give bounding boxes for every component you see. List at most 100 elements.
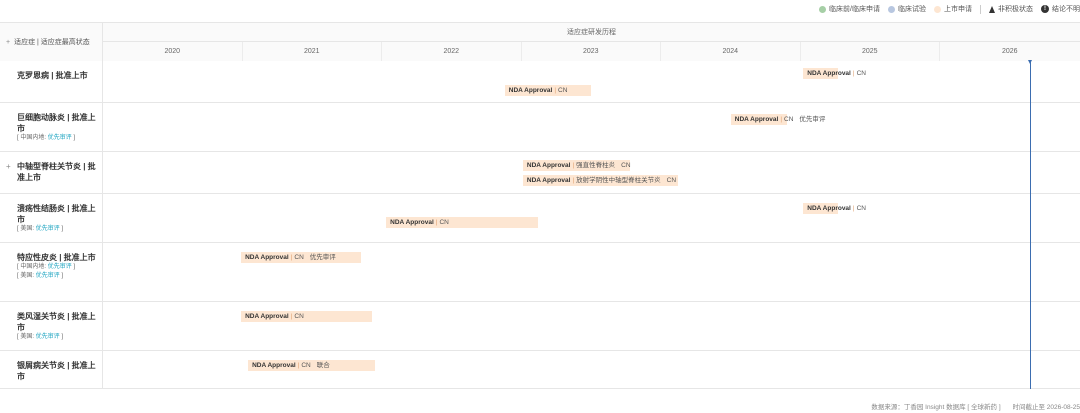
priority-review-tag: 优先审评 (47, 135, 72, 141)
milestone-extra: CN (621, 162, 631, 169)
year-axis: 2020 2021 2022 2023 2024 2025 2026 (103, 42, 1080, 61)
milestone-detail: 强直性脊柱炎 (576, 162, 616, 169)
legend-item: 上市申请 (934, 4, 972, 14)
year-label: 2022 (382, 42, 522, 61)
separator: | (435, 219, 438, 226)
milestone-region: CN (784, 116, 794, 123)
milestone-bar[interactable]: NDA Approval | CN 优先审评 (730, 114, 825, 125)
table-row: + 中轴型脊柱关节炎 | 批准上市 NDA Approval | 强直性脊柱炎 CN NDA… (0, 152, 1080, 194)
priority-review-tag: 优先审评 (35, 334, 60, 340)
legend-item: 非积极状态 (989, 4, 1033, 14)
table-row: 溃疡性结肠炎 | 批准上市[ 美国: 优先审评 ] NDA Approval | CN… (0, 194, 1080, 243)
row-label-cell: 类风湿关节炎 | 批准上市[ 美国: 优先审评 ] (0, 302, 103, 350)
milestone-extra: 联合 (316, 362, 330, 369)
row-label-cell: 溃疡性结肠炎 | 批准上市[ 美国: 优先审评 ] (0, 194, 103, 242)
milestone-label: NDA Approval (390, 219, 434, 226)
milestone-label: NDA Approval (526, 177, 571, 184)
milestone-label: NDA Approval (526, 162, 571, 169)
region-name: 美国: (20, 334, 35, 340)
region-name: 中国内地: (20, 264, 47, 270)
milestone-detail: 放射学阴性中轴型脊柱关节炎 (576, 177, 661, 184)
legend-item: 临床试验 (888, 4, 926, 14)
milestone-bar[interactable]: NDA Approval | CN (504, 85, 592, 96)
region-note: [ 美国: 优先审评 ] (17, 226, 64, 232)
indication-title[interactable]: 银屑病关节炎 | 批准上市 (17, 360, 98, 382)
table-row: 特应性皮炎 | 批准上市[ 中国内地: 优先审评 ] [ 美国: 优先审评 ] ND… (0, 243, 1080, 302)
triangle-icon (989, 5, 995, 13)
indication-title[interactable]: 特应性皮炎 | 批准上市 (17, 252, 98, 263)
table-row: 巨细胞动脉炎 | 批准上市[ 中国内地: 优先审评 ] NDA Approval |… (0, 103, 1080, 152)
indication-title[interactable]: 类风湿关节炎 | 批准上市 (17, 311, 98, 333)
row-label-cell: 巨细胞动脉炎 | 批准上市[ 中国内地: 优先审评 ] (0, 103, 103, 151)
year-label: 2024 (661, 42, 801, 61)
separator: | (297, 362, 300, 369)
priority-review-tag: 优先审评 (35, 273, 60, 279)
legend: 临床前/临床申请 临床试验 上市申请 非积极状态 ! 结论不明 (811, 2, 1080, 16)
milestone-label: NDA Approval (734, 116, 779, 123)
separator: | (852, 70, 855, 77)
indication-title[interactable]: 巨细胞动脉炎 | 批准上市 (17, 112, 98, 134)
separator: | (572, 177, 575, 184)
info-icon: ! (1041, 5, 1049, 13)
milestone-bar[interactable]: NDA Approval | CN (803, 203, 866, 214)
separator: | (554, 87, 557, 94)
footer: 数据来源：丁香园 Insight 数据库 [ 全球新药 ] 时间截止至 2026… (861, 401, 1080, 411)
region-name: 中国内地: (20, 135, 47, 141)
expand-row-icon[interactable]: + (6, 162, 11, 171)
row-label-cell: 银屑病关节炎 | 批准上市 (0, 351, 103, 388)
legend-item: 临床前/临床申请 (819, 4, 880, 14)
region-note: [ 美国: 优先审评 ] (17, 273, 64, 279)
row-label-cell: + 中轴型脊柱关节炎 | 批准上市 (0, 152, 103, 193)
clinical-trial-dot-icon (888, 5, 895, 13)
indication-column-header[interactable]: + 适应症 | 适应症最高状态 (0, 23, 103, 61)
current-date-marker-icon (1028, 60, 1032, 64)
milestone-label: NDA Approval (807, 70, 851, 77)
region-name: 美国: (20, 226, 35, 232)
separator: | (290, 254, 293, 261)
milestone-bar[interactable]: NDA Approval | CN (241, 311, 373, 322)
milestone-region: CN (301, 362, 311, 369)
separator: | (780, 116, 783, 123)
milestone-region: CN (856, 205, 866, 212)
indication-title[interactable]: 中轴型脊柱关节炎 | 批准上市 (17, 161, 98, 183)
milestone-region: CN (439, 219, 449, 226)
table-header: + 适应症 | 适应症最高状态 适应症研发历程 2020 2021 2022 2… (0, 23, 1080, 61)
year-label: 2021 (243, 42, 382, 61)
milestone-bar[interactable]: NDA Approval | 强直性脊柱炎 CN (522, 160, 631, 171)
preclinical-dot-icon (819, 5, 827, 13)
legend-divider (980, 4, 981, 14)
indication-title[interactable]: 克罗恩病 | 批准上市 (17, 70, 98, 81)
milestone-label: NDA Approval (807, 205, 851, 212)
market-application-dot-icon (934, 5, 941, 13)
milestone-bar[interactable]: NDA Approval | CN 优先审评 (241, 252, 362, 263)
milestone-region: CN (856, 70, 866, 77)
milestone-bar[interactable]: NDA Approval | 放射学阴性中轴型脊柱关节炎 CN (522, 175, 678, 186)
indication-title[interactable]: 溃疡性结肠炎 | 批准上市 (17, 203, 98, 225)
current-date-line (1030, 61, 1031, 389)
table-row: 类风湿关节炎 | 批准上市[ 美国: 优先审评 ] NDA Approval | CN (0, 302, 1080, 351)
row-label-cell: 特应性皮炎 | 批准上市[ 中国内地: 优先审评 ] [ 美国: 优先审评 ] (0, 243, 103, 301)
data-source: 数据来源：丁香园 Insight 数据库 [ 全球新药 ] (871, 404, 1001, 411)
milestone-label: NDA Approval (245, 254, 289, 261)
milestone-extra: 优先审评 (309, 254, 336, 261)
milestone-region: CN (294, 254, 304, 261)
expand-all-icon[interactable]: + (6, 39, 10, 46)
milestone-bar[interactable]: NDA Approval | CN 联合 (248, 360, 376, 371)
table-row: 克罗恩病 | 批准上市 NDA Approval | CN NDA Approval | C… (0, 61, 1080, 103)
milestone-bar[interactable]: NDA Approval | CN (803, 68, 866, 79)
separator: | (572, 162, 575, 169)
row-label-cell: 克罗恩病 | 批准上市 (0, 61, 103, 102)
milestone-extra: CN (666, 177, 677, 184)
milestone-region: CN (558, 87, 568, 94)
region-note: [ 中国内地: 优先审评 ] (17, 264, 76, 270)
region-note: [ 中国内地: 优先审评 ] (17, 135, 76, 141)
timeline-title: 适应症研发历程 (103, 23, 1080, 42)
year-label: 2023 (522, 42, 661, 61)
separator: | (852, 205, 855, 212)
priority-review-tag: 优先审评 (35, 226, 60, 232)
milestone-label: NDA Approval (508, 87, 553, 94)
table-row: 银屑病关节炎 | 批准上市 NDA Approval | CN 联合 (0, 351, 1080, 389)
legend-item: ! 结论不明 (1041, 4, 1080, 14)
priority-review-tag: 优先审评 (47, 264, 72, 270)
milestone-bar[interactable]: NDA Approval | CN (386, 217, 539, 228)
